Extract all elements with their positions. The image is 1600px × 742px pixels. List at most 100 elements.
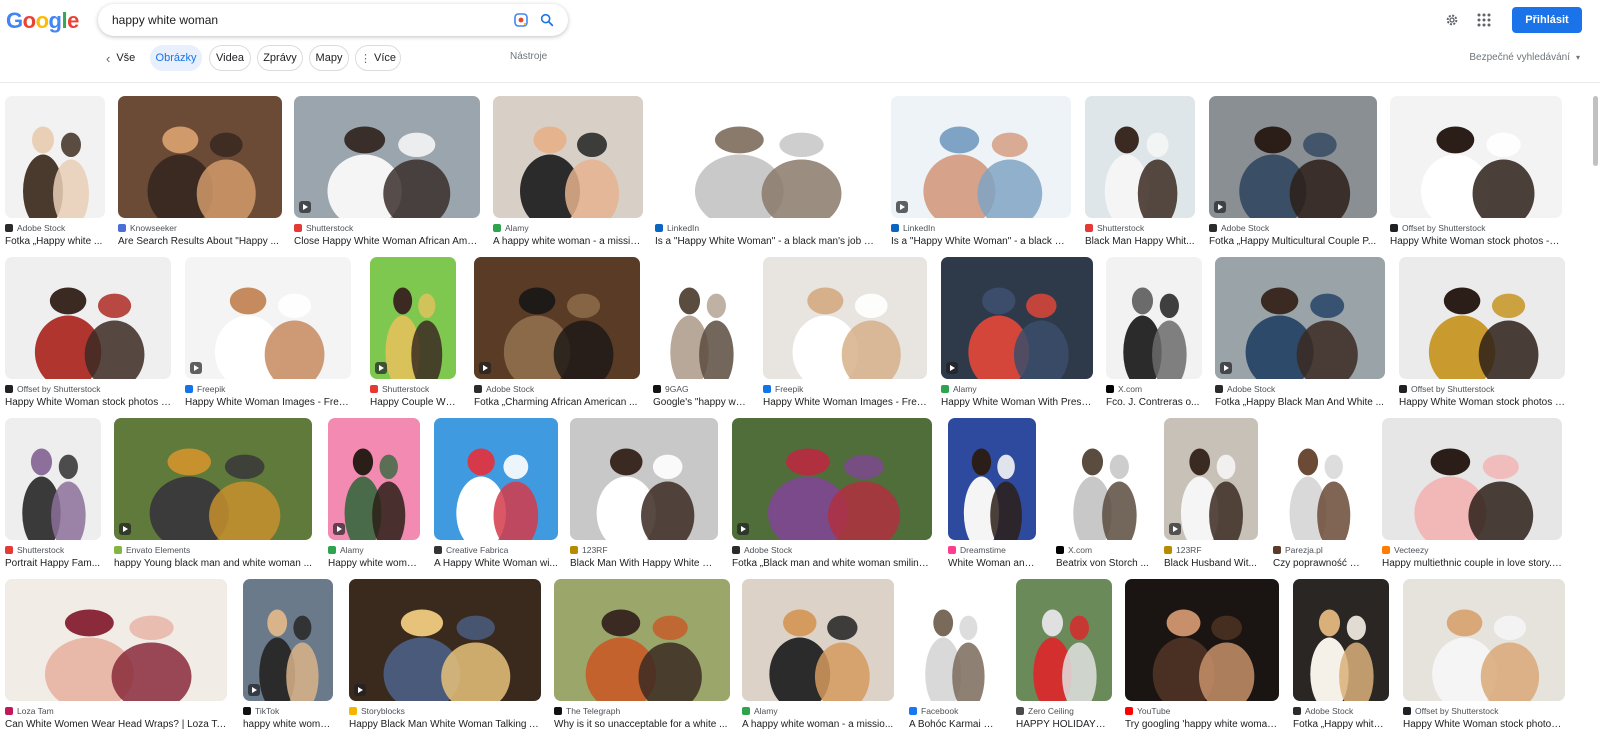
- result-caption[interactable]: Beatrix von Storch ...: [1056, 558, 1152, 569]
- result-caption[interactable]: Is a "Happy White Woman" - a black ma...: [891, 236, 1071, 247]
- result-caption[interactable]: Happy White Woman Images - Free ...: [185, 397, 351, 408]
- image-result[interactable]: Shutterstock Happy Couple Whit...: [370, 257, 456, 408]
- result-caption[interactable]: Czy poprawność po...: [1273, 558, 1365, 569]
- image-result[interactable]: Shutterstock Black Man Happy Whit...: [1085, 96, 1195, 247]
- search-input[interactable]: [112, 13, 508, 27]
- result-thumbnail[interactable]: [493, 96, 643, 218]
- back-to-all-link[interactable]: ‹ Vše: [100, 45, 141, 71]
- result-thumbnail[interactable]: [742, 579, 894, 701]
- image-result[interactable]: Adobe Stock Fotka „Black man and white wo…: [732, 418, 932, 569]
- image-result[interactable]: Freepik Happy White Woman Images - Free .…: [185, 257, 351, 408]
- result-thumbnail[interactable]: [732, 418, 932, 540]
- image-result[interactable]: TikTok happy white woman...: [243, 579, 333, 730]
- safesearch-menu[interactable]: Bezpečné vyhledávání ▾: [1469, 52, 1580, 63]
- result-thumbnail[interactable]: [763, 257, 927, 379]
- result-caption[interactable]: Black Man With Happy White W...: [570, 558, 718, 569]
- result-thumbnail[interactable]: [243, 579, 333, 701]
- tools-button[interactable]: Nástroje: [510, 51, 547, 62]
- result-thumbnail[interactable]: [1125, 579, 1279, 701]
- image-result[interactable]: Adobe Stock Fotka „Happy Black Man And Wh…: [1215, 257, 1385, 408]
- result-caption[interactable]: Portrait Happy Fam...: [5, 558, 101, 569]
- result-caption[interactable]: Happy White Woman Images - Free ...: [763, 397, 927, 408]
- result-caption[interactable]: Black Man Happy Whit...: [1085, 236, 1195, 247]
- image-result[interactable]: 123RF Black Husband Wit...: [1164, 418, 1258, 569]
- result-caption[interactable]: Can White Women Wear Head Wraps? | Loza …: [5, 719, 227, 730]
- image-result[interactable]: X.com Fco. J. Contreras o...: [1106, 257, 1202, 408]
- result-caption[interactable]: Close Happy White Woman African Ame...: [294, 236, 480, 247]
- result-thumbnail[interactable]: [370, 257, 456, 379]
- result-thumbnail[interactable]: [1209, 96, 1377, 218]
- result-thumbnail[interactable]: [1390, 96, 1562, 218]
- result-thumbnail[interactable]: [941, 257, 1093, 379]
- image-result[interactable]: 123RF Black Man With Happy White W...: [570, 418, 718, 569]
- result-caption[interactable]: Black Husband Wit...: [1164, 558, 1258, 569]
- result-caption[interactable]: A Bohóc Karmai Kö...: [909, 719, 999, 730]
- image-result[interactable]: Adobe Stock Fotka „Charming African Ameri…: [474, 257, 640, 408]
- image-result[interactable]: Parezja.pl Czy poprawność po...: [1273, 418, 1365, 569]
- image-result[interactable]: X.com Beatrix von Storch ...: [1056, 418, 1152, 569]
- result-caption[interactable]: HAPPY HOLIDAYS ...: [1016, 719, 1112, 730]
- image-result[interactable]: Offset by Shutterstock Happy White Woman …: [1403, 579, 1565, 730]
- image-result[interactable]: YouTube Try googling 'happy white woman'.…: [1125, 579, 1279, 730]
- result-thumbnail[interactable]: [1106, 257, 1202, 379]
- google-apps-icon[interactable]: [1468, 6, 1500, 34]
- result-thumbnail[interactable]: [114, 418, 312, 540]
- result-caption[interactable]: Fotka „Charming African American ...: [474, 397, 640, 408]
- result-caption[interactable]: Fotka „Black man and white woman smiling…: [732, 558, 932, 569]
- result-thumbnail[interactable]: [1085, 96, 1195, 218]
- image-result[interactable]: Offset by Shutterstock Happy White Woman …: [1399, 257, 1565, 408]
- result-thumbnail[interactable]: [653, 257, 749, 379]
- image-result[interactable]: Alamy A happy white woman - a missio...: [742, 579, 894, 730]
- result-thumbnail[interactable]: [349, 579, 541, 701]
- result-caption[interactable]: Happy White Woman stock photos - O...: [1390, 236, 1562, 247]
- image-result[interactable]: Facebook A Bohóc Karmai Kö...: [909, 579, 999, 730]
- result-caption[interactable]: Fotka „Happy Black Man And White ...: [1215, 397, 1385, 408]
- scrollbar[interactable]: [1593, 96, 1598, 166]
- image-result[interactable]: Alamy Happy white woma...: [328, 418, 420, 569]
- result-caption[interactable]: Happy White Woman stock photos - ...: [5, 397, 171, 408]
- image-result[interactable]: The Telegraph Why is it so unacceptable f…: [554, 579, 730, 730]
- result-caption[interactable]: Happy Black Man White Woman Talking At..…: [349, 719, 541, 730]
- tab-news[interactable]: Zprávy: [257, 45, 303, 71]
- result-caption[interactable]: A happy white woman - a missio...: [742, 719, 894, 730]
- image-result[interactable]: Offset by Shutterstock Happy White Woman …: [1390, 96, 1562, 247]
- sign-in-button[interactable]: Přihlásit: [1512, 7, 1582, 33]
- image-result[interactable]: Loza Tam Can White Women Wear Head Wraps?…: [5, 579, 227, 730]
- image-result[interactable]: Shutterstock Close Happy White Woman Afri…: [294, 96, 480, 247]
- result-thumbnail[interactable]: [909, 579, 999, 701]
- image-result[interactable]: Dreamstime White Woman and ...: [948, 418, 1036, 569]
- result-thumbnail[interactable]: [118, 96, 282, 218]
- search-icon[interactable]: [534, 7, 560, 33]
- result-thumbnail[interactable]: [434, 418, 558, 540]
- result-thumbnail[interactable]: [5, 257, 171, 379]
- result-thumbnail[interactable]: [328, 418, 420, 540]
- result-caption[interactable]: Is a "Happy White Woman" - a black man's…: [655, 236, 877, 247]
- tab-images[interactable]: Obrázky: [150, 45, 202, 71]
- result-caption[interactable]: Are Search Results About "Happy ...: [118, 236, 282, 247]
- result-thumbnail[interactable]: [948, 418, 1036, 540]
- result-caption[interactable]: Happy multiethnic couple in love story. …: [1382, 558, 1562, 569]
- tab-videos[interactable]: Videa: [209, 45, 251, 71]
- result-thumbnail[interactable]: [294, 96, 480, 218]
- image-result[interactable]: Knowseeker Are Search Results About "Happ…: [118, 96, 282, 247]
- result-thumbnail[interactable]: [1399, 257, 1565, 379]
- result-caption[interactable]: Fotka „Happy white ...: [1293, 719, 1389, 730]
- result-caption[interactable]: Happy White Woman stock photos -...: [1399, 397, 1565, 408]
- result-thumbnail[interactable]: [570, 418, 718, 540]
- image-result[interactable]: LinkedIn Is a "Happy White Woman" - a bla…: [891, 96, 1071, 247]
- result-caption[interactable]: Fco. J. Contreras o...: [1106, 397, 1202, 408]
- result-caption[interactable]: White Woman and ...: [948, 558, 1036, 569]
- image-result[interactable]: Adobe Stock Fotka „Happy Multicultural Co…: [1209, 96, 1377, 247]
- image-result[interactable]: Zero Ceiling HAPPY HOLIDAYS ...: [1016, 579, 1112, 730]
- image-result[interactable]: Adobe Stock Fotka „Happy white ...: [1293, 579, 1389, 730]
- image-result[interactable]: Creative Fabrica A Happy White Woman wi..…: [434, 418, 558, 569]
- result-caption[interactable]: Happy white woma...: [328, 558, 420, 569]
- result-thumbnail[interactable]: [1293, 579, 1389, 701]
- google-lens-icon[interactable]: [508, 7, 534, 33]
- result-thumbnail[interactable]: [185, 257, 351, 379]
- image-result[interactable]: LinkedIn Is a "Happy White Woman" - a bla…: [655, 96, 877, 247]
- image-result[interactable]: Alamy A happy white woman - a missio...: [493, 96, 643, 247]
- result-caption[interactable]: Fotka „Happy white ...: [5, 236, 105, 247]
- result-thumbnail[interactable]: [891, 96, 1071, 218]
- image-result[interactable]: Offset by Shutterstock Happy White Woman …: [5, 257, 171, 408]
